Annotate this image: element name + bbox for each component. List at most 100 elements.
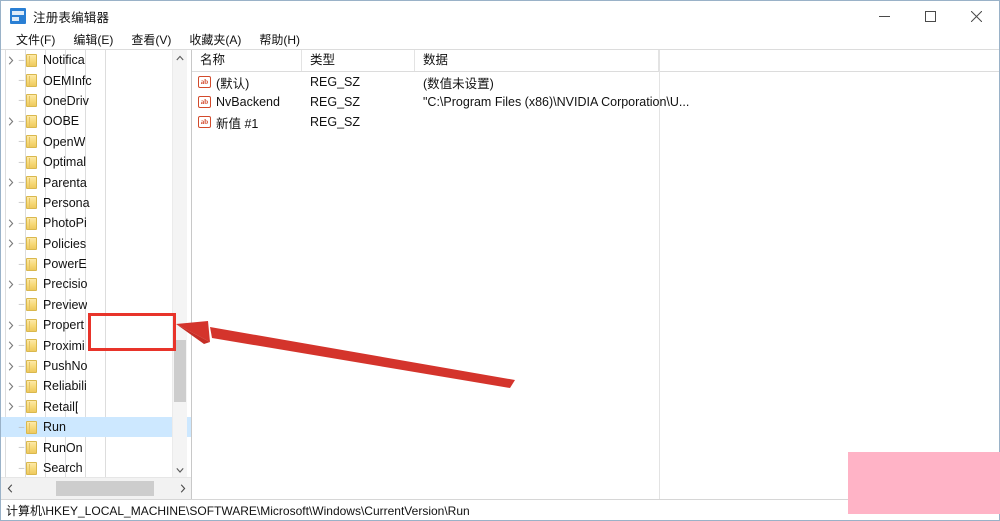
chevron-right-icon[interactable] — [5, 173, 17, 193]
title-bar-left: 注册表编辑器 — [1, 7, 109, 26]
folder-icon — [26, 257, 37, 271]
tree-item[interactable]: – Reliabili — [1, 376, 191, 396]
folder-icon — [26, 94, 37, 108]
value-type: REG_SZ — [310, 75, 361, 89]
chevron-right-icon[interactable] — [5, 213, 17, 233]
chevron-up-icon[interactable] — [173, 50, 187, 65]
tree-item-label: Preview — [43, 297, 88, 312]
tree-item[interactable]: – Parenta — [1, 172, 191, 192]
tree-item-label: Propert — [43, 318, 84, 333]
tree-item[interactable]: – Proximi — [1, 335, 191, 355]
tree-connector: – — [18, 319, 25, 331]
tree-item[interactable]: – PushNo — [1, 356, 191, 376]
tree-item-label: OpenW — [43, 134, 86, 149]
tree-item[interactable]: – OneDriv — [1, 91, 191, 111]
menu-file[interactable]: 文件(F) — [7, 31, 64, 49]
chevron-right-icon[interactable] — [5, 111, 17, 131]
chevron-right-icon[interactable] — [174, 478, 191, 499]
menu-view[interactable]: 查看(V) — [122, 31, 180, 49]
tree-item[interactable]: – PhotoPi — [1, 213, 191, 233]
string-value-icon: ab — [198, 76, 211, 88]
minimize-button[interactable] — [861, 1, 907, 31]
chevron-right-icon[interactable] — [5, 315, 17, 335]
folder-icon — [26, 277, 37, 291]
column-header-data[interactable]: 数据 — [415, 50, 659, 71]
tree-item-label: OneDriv — [43, 93, 89, 108]
tree-item[interactable]: – Run — [1, 417, 191, 438]
chevron-down-icon[interactable] — [173, 462, 187, 477]
value-row[interactable]: ab (默认) REG_SZ (数值未设置) — [192, 72, 999, 92]
tree-item-label: PhotoPi — [43, 216, 87, 231]
folder-icon — [26, 237, 37, 251]
tree-hscroll-track[interactable] — [18, 478, 174, 499]
tree-item-label: Search — [43, 461, 83, 475]
column-header-type[interactable]: 类型 — [302, 50, 415, 71]
values-list: ab (默认) REG_SZ (数值未设置) ab NvBackend REG_SZ "C:\… — [192, 72, 999, 132]
tree-item[interactable]: – Retail[ — [1, 397, 191, 417]
tree-item-label: Policies — [43, 236, 87, 251]
tree-connector: – — [18, 54, 25, 66]
tree-item[interactable]: – Precisio — [1, 274, 191, 294]
tree-item[interactable]: – PowerE — [1, 254, 191, 274]
chevron-right-icon[interactable] — [5, 376, 17, 396]
tree-vertical-scrollbar[interactable] — [172, 50, 187, 477]
tree-connector: – — [18, 360, 25, 372]
tree-hscroll-thumb[interactable] — [56, 481, 154, 496]
tree-scroll-thumb[interactable] — [174, 340, 186, 402]
tree-item[interactable]: – RunOn — [1, 437, 191, 457]
value-name-cell: ab NvBackend — [192, 95, 302, 109]
chevron-right-icon[interactable] — [5, 336, 17, 356]
maximize-button[interactable] — [907, 1, 953, 31]
tree-item-label: PowerE — [43, 257, 87, 272]
tree-item[interactable]: – Notifica — [1, 50, 191, 70]
folder-icon — [26, 135, 37, 149]
tree-connector: – — [18, 95, 25, 107]
tree-horizontal-scrollbar[interactable] — [1, 477, 191, 499]
tree-item[interactable]: – Persona — [1, 193, 191, 213]
tree-item[interactable]: – Search — [1, 458, 191, 477]
value-row[interactable]: ab 新值 #1 REG_SZ — [192, 112, 999, 132]
tree-connector: – — [18, 442, 25, 454]
tree-item-label: Parenta — [43, 175, 87, 190]
menu-help[interactable]: 帮助(H) — [250, 31, 309, 49]
folder-icon — [26, 461, 37, 475]
chevron-left-icon[interactable] — [1, 478, 18, 499]
value-name: NvBackend — [216, 95, 280, 109]
chevron-right-icon[interactable] — [5, 397, 17, 417]
tree-item-label: Proximi — [43, 338, 85, 353]
tree-item[interactable]: – Policies — [1, 234, 191, 254]
tree-connector: – — [18, 421, 25, 433]
folder-icon — [26, 216, 37, 230]
tree-item[interactable]: – Propert — [1, 315, 191, 335]
menu-edit[interactable]: 编辑(E) — [64, 31, 122, 49]
value-row[interactable]: ab NvBackend REG_SZ "C:\Program Files (x86)… — [192, 92, 999, 112]
menu-favorites[interactable]: 收藏夹(A) — [180, 31, 250, 49]
folder-icon — [26, 53, 37, 67]
tree-item[interactable]: – OEMInfc — [1, 70, 191, 90]
title-bar: 注册表编辑器 — [1, 1, 999, 31]
values-column-header: 名称 类型 数据 — [192, 50, 999, 72]
tree-item[interactable]: – OpenW — [1, 132, 191, 152]
main-content: – Notifica – OEMInfc – OneDriv – OOBE – OpenW – Opt… — [1, 50, 999, 499]
column-header-name[interactable]: 名称 — [192, 50, 302, 71]
tree-connector: – — [18, 197, 25, 209]
chevron-right-icon[interactable] — [5, 274, 17, 294]
chevron-right-icon[interactable] — [5, 50, 17, 70]
registry-tree-viewport[interactable]: – Notifica – OEMInfc – OneDriv – OOBE – OpenW – Opt… — [1, 50, 191, 477]
chevron-right-icon[interactable] — [5, 234, 17, 254]
window-title: 注册表编辑器 — [33, 10, 110, 25]
registry-tree-list: – Notifica – OEMInfc – OneDriv – OOBE – OpenW – Opt… — [1, 50, 191, 477]
tree-item-label: Run — [43, 420, 66, 435]
close-button[interactable] — [953, 1, 999, 31]
chevron-right-icon[interactable] — [5, 356, 17, 376]
tree-item-label: PushNo — [43, 359, 88, 374]
tree-item[interactable]: – OOBE — [1, 111, 191, 131]
value-type: REG_SZ — [310, 95, 361, 109]
tree-item[interactable]: – Preview — [1, 295, 191, 315]
tree-item[interactable]: – Optimal — [1, 152, 191, 172]
redaction-overlay — [848, 452, 1000, 514]
